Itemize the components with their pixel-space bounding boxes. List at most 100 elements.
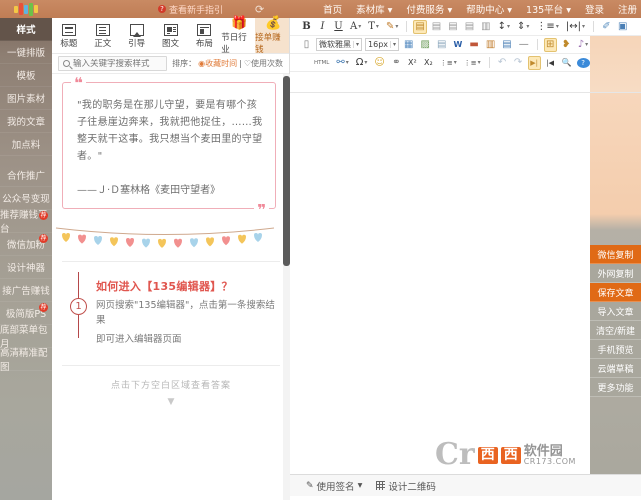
font-family-select[interactable]: 微软雅黑 ▾ bbox=[316, 38, 363, 51]
sidebar-item-label: 设计神器 bbox=[6, 263, 45, 274]
search-input[interactable] bbox=[73, 58, 163, 69]
line-height-button[interactable]: ↕ bbox=[496, 20, 512, 34]
sidebar-item-my-articles[interactable]: 我的文章 bbox=[0, 110, 52, 133]
layout-icon bbox=[197, 23, 212, 36]
anchor-button[interactable]: ⚭ bbox=[390, 56, 403, 70]
ordered-list-button[interactable]: ⋮≡ bbox=[534, 20, 560, 34]
paragraph-spacing-button[interactable]: ⇕ bbox=[515, 20, 531, 34]
sidebar-item-hd-image-matching[interactable]: 高清精准配图 bbox=[0, 348, 52, 373]
guide-link[interactable]: ? 查看新手指引 bbox=[158, 3, 223, 16]
nav-login[interactable]: 登录 bbox=[585, 2, 604, 16]
sidebar-item-take-ads-earn[interactable]: 接广告赚钱 bbox=[0, 279, 52, 302]
format-painter-button[interactable]: ✎ bbox=[384, 20, 400, 34]
font-size-select[interactable]: 16px ▾ bbox=[365, 38, 400, 51]
sidebar-item-one-click-layout[interactable]: 一键排版 bbox=[0, 41, 52, 64]
import-article-button[interactable]: 导入文章 bbox=[590, 302, 641, 321]
redo-button[interactable]: ↷ bbox=[512, 56, 525, 70]
font-color-button[interactable]: A bbox=[348, 20, 363, 34]
insert-table-button[interactable]: ▦ bbox=[402, 38, 415, 52]
heart-garland-decoration[interactable] bbox=[52, 225, 290, 253]
insert-image-button[interactable]: ▨ bbox=[418, 38, 431, 52]
panel-scrollbar[interactable] bbox=[283, 74, 290, 500]
more-features-button[interactable]: 更多功能 bbox=[590, 378, 641, 397]
align-center-button[interactable]: ▤ bbox=[430, 20, 443, 34]
tab-title[interactable]: 标题 bbox=[52, 18, 86, 53]
nav-paid-services[interactable]: 付费服务 ▾ bbox=[406, 2, 452, 16]
tab-holiday-industry[interactable]: 🎁 节日行业 bbox=[221, 17, 255, 55]
special-character-button[interactable]: Ω bbox=[354, 56, 370, 70]
align-right-button[interactable]: ▤ bbox=[446, 20, 459, 34]
link-button[interactable]: ⚯ bbox=[334, 56, 350, 70]
ordered-list-button-2[interactable]: ⋮≡ bbox=[462, 56, 483, 70]
music-note-button[interactable]: ♪ bbox=[576, 38, 590, 52]
clear-new-button[interactable]: 清空/新建 bbox=[590, 321, 641, 340]
design-qrcode-button[interactable]: 设计二维码 bbox=[376, 479, 436, 493]
horizontal-rule-button[interactable]: — bbox=[517, 38, 531, 52]
search-replace-button[interactable]: 🔍 bbox=[560, 56, 574, 70]
chevron-down-icon[interactable]: ▼ bbox=[52, 397, 290, 407]
rtl-button[interactable]: ▶| bbox=[527, 55, 541, 70]
new-doc-button[interactable]: ▯ bbox=[300, 38, 313, 52]
vertical-align-button[interactable]: ▥ bbox=[479, 20, 492, 34]
sort-by-usage-count[interactable]: ♡使用次数 bbox=[244, 58, 283, 69]
subscript-button[interactable]: X₂ bbox=[422, 56, 435, 70]
external-copy-button[interactable]: 外网复制 bbox=[590, 264, 641, 283]
remote-image-button[interactable]: ▤ bbox=[435, 38, 448, 52]
app-logo[interactable] bbox=[0, 0, 52, 18]
unordered-list-button[interactable]: ⋮≡ bbox=[438, 56, 459, 70]
letter-spacing-button[interactable]: |↔| bbox=[564, 20, 587, 34]
tab-take-orders-earn[interactable]: 💰 接单赚钱 bbox=[255, 17, 290, 55]
sidebar-item-styles[interactable]: 样式 bbox=[0, 18, 52, 41]
nav-135-platform[interactable]: 135平台 ▾ bbox=[526, 2, 571, 16]
source-code-button[interactable]: HTML bbox=[312, 56, 331, 70]
search-box[interactable] bbox=[58, 56, 168, 71]
sort-by-favorite-time[interactable]: ◉收藏时间 bbox=[198, 58, 237, 69]
tab-guide[interactable]: 引导 bbox=[120, 18, 154, 53]
insert-gallery-button[interactable]: ▥ bbox=[484, 38, 497, 52]
tab-body-text[interactable]: 正文 bbox=[86, 18, 120, 53]
emoji-button[interactable]: ☺ bbox=[372, 56, 386, 70]
align-left-button[interactable]: ▤ bbox=[413, 19, 427, 34]
sidebar-item-add-spice[interactable]: 加点料 bbox=[0, 133, 52, 156]
insert-page-button[interactable]: ▤ bbox=[500, 38, 513, 52]
sidebar-item-recommended-earning-platform[interactable]: 推荐赚钱平台 荐 bbox=[0, 210, 52, 235]
italic-button[interactable]: I bbox=[316, 20, 329, 34]
tab-image-text[interactable]: 图文 bbox=[154, 18, 188, 53]
quote-style-card[interactable]: ❝ "我的职务是在那儿守望，要是有哪个孩子往悬崖边奔来，我就把他捉住，……我整天… bbox=[62, 76, 276, 218]
panel-scrollbar-thumb[interactable] bbox=[283, 76, 290, 266]
paint-brush-button[interactable]: ❥ bbox=[560, 38, 573, 52]
refresh-icon[interactable]: ⟳ bbox=[255, 3, 264, 16]
undo-button[interactable]: ↶ bbox=[496, 56, 509, 70]
clear-format-button[interactable]: ✐ bbox=[600, 20, 613, 34]
fullscreen-button[interactable]: ▣ bbox=[616, 20, 629, 34]
import-word-button[interactable]: W bbox=[451, 38, 464, 52]
wechat-copy-button[interactable]: 微信复制 bbox=[590, 245, 641, 264]
mobile-preview-button[interactable]: 手机预览 bbox=[590, 340, 641, 359]
sidebar-item-design-tool[interactable]: 设计神器 bbox=[0, 256, 52, 279]
nav-home[interactable]: 首页 bbox=[323, 2, 342, 16]
tab-layout[interactable]: 布局 bbox=[187, 18, 221, 53]
ltr-button[interactable]: |◀ bbox=[544, 56, 557, 70]
text-background-color-button[interactable]: T bbox=[366, 20, 381, 34]
help-button[interactable]: ? bbox=[576, 57, 590, 68]
nav-material-library[interactable]: 素材库 ▾ bbox=[356, 2, 392, 16]
nav-help-center[interactable]: 帮助中心 ▾ bbox=[466, 2, 512, 16]
superscript-button[interactable]: X² bbox=[406, 56, 419, 70]
cloud-draft-button[interactable]: 云端草稿 bbox=[590, 359, 641, 378]
sidebar-item-templates[interactable]: 模板 bbox=[0, 64, 52, 87]
editor-canvas[interactable] bbox=[290, 93, 589, 474]
nav-register[interactable]: 注册 bbox=[618, 2, 637, 16]
sidebar-item-wechat-followers[interactable]: 微信加粉 荐 bbox=[0, 233, 52, 256]
sidebar-item-partner-promotion[interactable]: 合作推广 bbox=[0, 164, 52, 187]
bold-button[interactable]: B bbox=[300, 20, 313, 34]
numbered-step-card[interactable]: 1 如何进入【135编辑器】？ 网页搜索"135编辑器"，点击第一条搜索结果 即… bbox=[52, 272, 290, 347]
justify-button[interactable]: ▤ bbox=[463, 20, 476, 34]
use-signature-button[interactable]: ✎ 使用签名 ▾ bbox=[306, 479, 362, 493]
tab-label: 布局 bbox=[195, 38, 213, 49]
hint-divider bbox=[62, 365, 280, 366]
underline-button[interactable]: U bbox=[332, 20, 345, 34]
insert-frame-button[interactable]: ⊞ bbox=[543, 37, 557, 52]
sidebar-item-image-material[interactable]: 图片素材 bbox=[0, 87, 52, 110]
save-article-button[interactable]: 保存文章 bbox=[590, 283, 641, 302]
insert-card-button[interactable]: ▬ bbox=[467, 38, 480, 52]
